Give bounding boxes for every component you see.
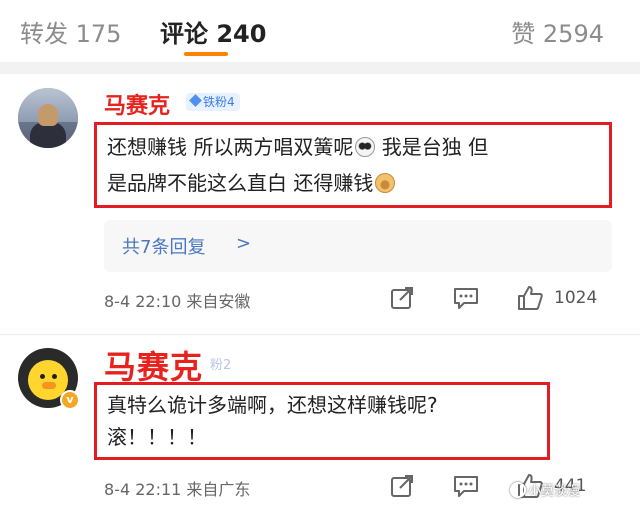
watermark-logo-icon xyxy=(510,482,526,498)
comment-text-line1: 真特么诡计多端啊，还想这样赚钱呢? xyxy=(107,393,438,417)
tab-comment[interactable]: 评论 240 xyxy=(160,14,266,49)
active-tab-indicator xyxy=(184,52,228,56)
comment-time: 8-4 22:11 xyxy=(104,480,182,499)
view-replies-link[interactable]: 共7条回复 xyxy=(122,233,205,259)
fan-badge: 铁粉4 xyxy=(186,93,240,111)
tab-like[interactable]: 赞 2594 xyxy=(511,14,604,49)
comment-actions: 1024 xyxy=(386,282,626,314)
watermark: 小莫谈漫 xyxy=(510,480,580,499)
chevron-right-icon: > xyxy=(236,233,252,254)
like-icon[interactable] xyxy=(516,284,544,312)
verified-icon: v xyxy=(60,390,80,410)
tab-forward[interactable]: 转发 175 xyxy=(20,14,121,49)
comment-location: 来自安徽 xyxy=(186,292,251,311)
share-icon[interactable] xyxy=(388,472,416,500)
watermark-text: 小莫谈漫 xyxy=(528,484,581,499)
comment-meta: 8-4 22:10 来自安徽 xyxy=(104,288,250,312)
doge-emoji-icon xyxy=(375,173,396,193)
comment-text: 还想赚钱 所以两方唱双簧呢 我是台独 但 是品牌不能这么直白 还得赚钱 xyxy=(94,122,612,208)
comment-actions: 441 xyxy=(386,470,626,502)
comment-item: 马赛克 铁粉4 还想赚钱 所以两方唱双簧呢 我是台独 但 是品牌不能这么直白 还… xyxy=(0,74,640,334)
reply-icon[interactable] xyxy=(452,284,480,312)
reply-icon[interactable] xyxy=(452,472,480,500)
comment-location: 来自广东 xyxy=(186,480,251,499)
fan-badge: 粉2 xyxy=(210,358,232,373)
comment-text-line2: 滚！！！！ xyxy=(107,425,207,449)
section-divider xyxy=(0,62,640,74)
comment-time: 8-4 22:10 xyxy=(104,292,182,311)
comment-text: 真特么诡计多端啊，还想这样赚钱呢? 滚！！！！ xyxy=(94,382,550,460)
avatar[interactable] xyxy=(18,88,78,148)
fan-badge-label: 铁粉4 xyxy=(203,95,235,109)
tab-bar: 转发 175 评论 240 赞 2594 xyxy=(0,0,640,62)
comment-text-line1: 还想赚钱 所以两方唱双簧呢 xyxy=(107,135,354,159)
replies-preview[interactable]: 共7条回复 > xyxy=(104,220,612,272)
panda-emoji-icon xyxy=(355,137,376,157)
share-icon[interactable] xyxy=(388,284,416,312)
comment-text-line1b: 我是台独 但 xyxy=(375,135,489,159)
username[interactable]: 马赛克 xyxy=(104,88,170,120)
diamond-icon xyxy=(189,94,202,107)
comment-meta: 8-4 22:11 来自广东 xyxy=(104,476,250,500)
comment-text-line2: 是品牌不能这么直白 还得赚钱 xyxy=(107,171,374,195)
like-count: 1024 xyxy=(554,288,598,308)
